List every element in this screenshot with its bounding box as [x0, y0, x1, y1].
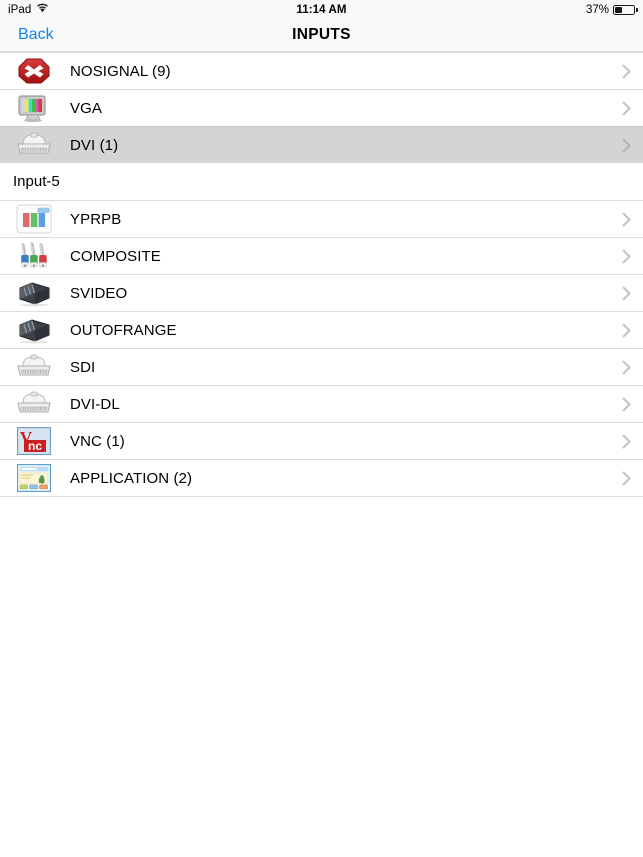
list-item-label: OUTOFRANGE: [70, 321, 177, 339]
inputs-group-bottom: YPRPB COMPOSITE SVIDEO OUTOFRANGE SDI DV…: [0, 200, 643, 496]
wifi-icon: [36, 3, 49, 16]
no-signal-icon: [14, 57, 54, 86]
list-item-label: APPLICATION (2): [70, 469, 193, 487]
dvi-connector-icon: [14, 131, 54, 160]
vga-monitor-icon: [14, 94, 54, 123]
list-item-label: SVIDEO: [70, 284, 128, 302]
application-window-icon: [14, 464, 54, 493]
page-title: INPUTS: [292, 26, 351, 43]
white-connector-icon: [14, 390, 54, 419]
chevron-right-icon: [622, 434, 631, 449]
white-connector-icon: [14, 353, 54, 382]
rca-cables-icon: [14, 242, 54, 271]
list-item-label: SDI: [70, 358, 96, 376]
dark-connector-icon: [14, 279, 54, 308]
component-bars-icon: [14, 204, 54, 234]
ipad-screen: iPad 11:14 AM 37% Back INPUTS NOSIGNAL (…: [0, 0, 643, 857]
battery-icon: [613, 4, 638, 15]
section-header-input5: Input-5: [0, 163, 643, 200]
list-item[interactable]: DVI (1): [0, 126, 643, 163]
list-item[interactable]: YPRPB: [0, 200, 643, 237]
list-item[interactable]: VGA: [0, 89, 643, 126]
list-item-label: VGA: [70, 99, 102, 117]
list-item[interactable]: SVIDEO: [0, 274, 643, 311]
list-item[interactable]: APPLICATION (2): [0, 459, 643, 496]
list-item-label: DVI-DL: [70, 395, 120, 413]
list-item-label: COMPOSITE: [70, 247, 161, 265]
chevron-right-icon: [622, 138, 631, 153]
status-left: iPad: [8, 3, 49, 16]
list-item[interactable]: OUTOFRANGE: [0, 311, 643, 348]
svg-text:nc: nc: [28, 439, 42, 453]
empty-area: [0, 497, 643, 857]
list-item[interactable]: V nc VNC (1): [0, 422, 643, 459]
chevron-right-icon: [622, 64, 631, 79]
chevron-right-icon: [622, 249, 631, 264]
chevron-right-icon: [622, 286, 631, 301]
list-item-label: NOSIGNAL (9): [70, 62, 171, 80]
status-time: 11:14 AM: [296, 3, 347, 16]
chevron-right-icon: [622, 101, 631, 116]
list-item[interactable]: SDI: [0, 348, 643, 385]
battery-percent-label: 37%: [585, 3, 609, 16]
inputs-group-top: NOSIGNAL (9) VGA DVI (1): [0, 52, 643, 163]
vnc-logo-icon: V nc: [14, 427, 54, 456]
chevron-right-icon: [622, 212, 631, 227]
list-item-label: YPRPB: [70, 210, 122, 228]
status-bar: iPad 11:14 AM 37%: [0, 0, 643, 19]
status-right: 37%: [585, 3, 638, 16]
back-button[interactable]: Back: [14, 24, 58, 46]
list-item[interactable]: DVI-DL: [0, 385, 643, 422]
device-name: iPad: [8, 3, 32, 16]
list-item[interactable]: NOSIGNAL (9): [0, 52, 643, 89]
list-item-label: VNC (1): [70, 432, 125, 450]
chevron-right-icon: [622, 471, 631, 486]
chevron-right-icon: [622, 397, 631, 412]
list-item-label: DVI (1): [70, 136, 119, 154]
chevron-right-icon: [622, 323, 631, 338]
chevron-right-icon: [622, 360, 631, 375]
dark-connector-icon: [14, 316, 54, 345]
list-item[interactable]: COMPOSITE: [0, 237, 643, 274]
navigation-bar: Back INPUTS: [0, 19, 643, 52]
inputs-list: NOSIGNAL (9) VGA DVI (1) Input-5 YPRPB C…: [0, 52, 643, 497]
